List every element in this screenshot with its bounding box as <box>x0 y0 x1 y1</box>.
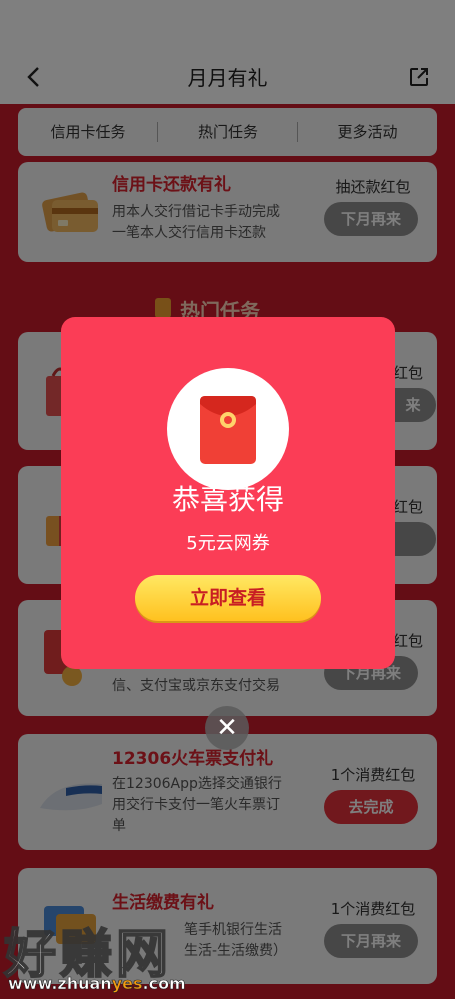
view-now-button[interactable]: 立即查看 <box>135 575 321 621</box>
watermark-url-suffix: .com <box>142 974 186 994</box>
modal-subtitle: 5元云网券 <box>186 533 270 554</box>
watermark: 好赚网 www.zhuanyes.com <box>0 904 455 999</box>
watermark-url-prefix: www.zhuan <box>8 974 112 994</box>
reward-modal: 恭喜获得 5元云网券 立即查看 <box>61 317 395 669</box>
red-envelope-icon <box>198 394 258 466</box>
modal-title: 恭喜获得 <box>171 483 284 516</box>
modal-icon-circle <box>167 368 289 490</box>
close-icon[interactable]: ✕ <box>205 706 249 750</box>
watermark-url-highlight: yes <box>111 974 143 994</box>
watermark-url: www.zhuanyes.com <box>8 974 186 994</box>
